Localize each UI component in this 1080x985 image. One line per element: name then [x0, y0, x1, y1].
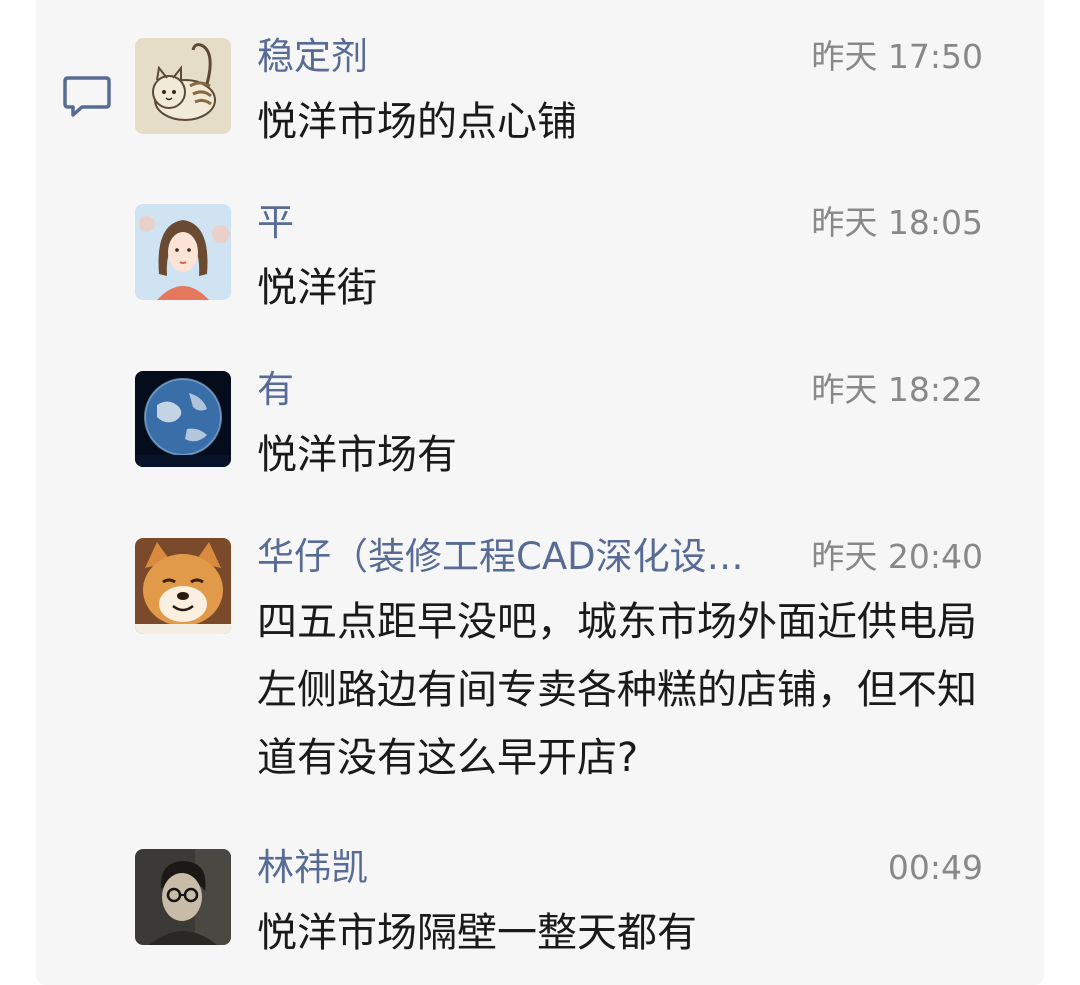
girl-illustration-avatar[interactable] — [135, 204, 231, 300]
comment-time: 昨天 20:40 — [811, 537, 983, 576]
comment-text: 悦洋市场有 — [257, 432, 457, 478]
comment-text: 悦洋市场的点心铺 — [257, 99, 577, 145]
comment-item[interactable]: 平 昨天 18:05 悦洋街 — [0, 198, 1080, 328]
comment-time: 昨天 17:50 — [811, 37, 983, 76]
comment-time: 昨天 18:05 — [811, 203, 983, 242]
comment-time: 昨天 18:22 — [811, 370, 983, 409]
commenter-name[interactable]: 稳定剂 — [257, 32, 368, 82]
commenter-name[interactable]: 林祎凯 — [257, 843, 368, 893]
comment-text: 四五点距早没吧，城东市场外面近供电局左侧路边有间专卖各种糕的店铺，但不知道有没有… — [257, 599, 977, 781]
comment-item[interactable]: 华仔（装修工程CAD深化设… 昨天 20:40 四五点距早没吧，城东市场外面近供… — [0, 532, 1080, 812]
commenter-name[interactable]: 平 — [257, 198, 294, 248]
earth-avatar[interactable] — [135, 371, 231, 467]
commenter-name[interactable]: 有 — [257, 365, 294, 415]
comment-text: 悦洋市场隔壁一整天都有 — [257, 910, 697, 956]
comment-item[interactable]: 林祎凯 00:49 悦洋市场隔壁一整天都有 — [0, 843, 1080, 973]
commenter-name[interactable]: 华仔（装修工程CAD深化设… — [257, 532, 744, 582]
comment-time: 00:49 — [887, 848, 983, 887]
cat-sketch-avatar[interactable] — [135, 38, 231, 134]
shiba-dog-avatar[interactable] — [135, 538, 231, 634]
comment-item[interactable]: 有 昨天 18:22 悦洋市场有 — [0, 365, 1080, 495]
comment-item[interactable]: 稳定剂 昨天 17:50 悦洋市场的点心铺 — [0, 32, 1080, 162]
comment-text: 悦洋街 — [257, 265, 377, 311]
man-photo-avatar[interactable] — [135, 849, 231, 945]
